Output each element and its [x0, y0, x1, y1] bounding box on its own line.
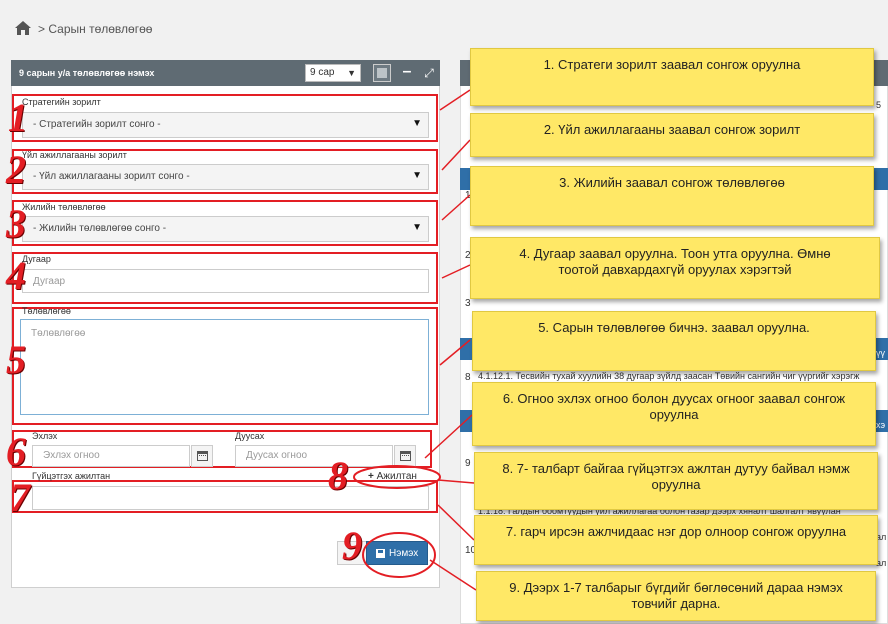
note-6: 6. Огноо эхлэх огноо болон дуусах огноог…	[472, 382, 876, 446]
note-1: 1. Стратеги зорилт заавал сонгож оруулна	[470, 48, 874, 106]
note-4: 4. Дугаар заавал оруулна. Тоон утга оруу…	[470, 237, 880, 299]
note-7: 7. гарч ирсэн ажлчидаас нэг дор олноор с…	[474, 515, 878, 565]
note-3: 3. Жилийн заавал сонгож төлөвлөгөө	[470, 166, 874, 226]
note-5: 5. Сарын төлөвлөгөө бичнэ. заавал оруулн…	[472, 311, 876, 371]
note-9: 9. Дээрх 1-7 талбарыг бүгдийг бөглөсөний…	[476, 571, 876, 621]
note-2: 2. Үйл ажиллагааны заавал сонгож зорилт	[470, 113, 874, 157]
note-8: 8. 7- талбарт байгаа гүйцэтгэх ажлтан ду…	[474, 452, 878, 510]
